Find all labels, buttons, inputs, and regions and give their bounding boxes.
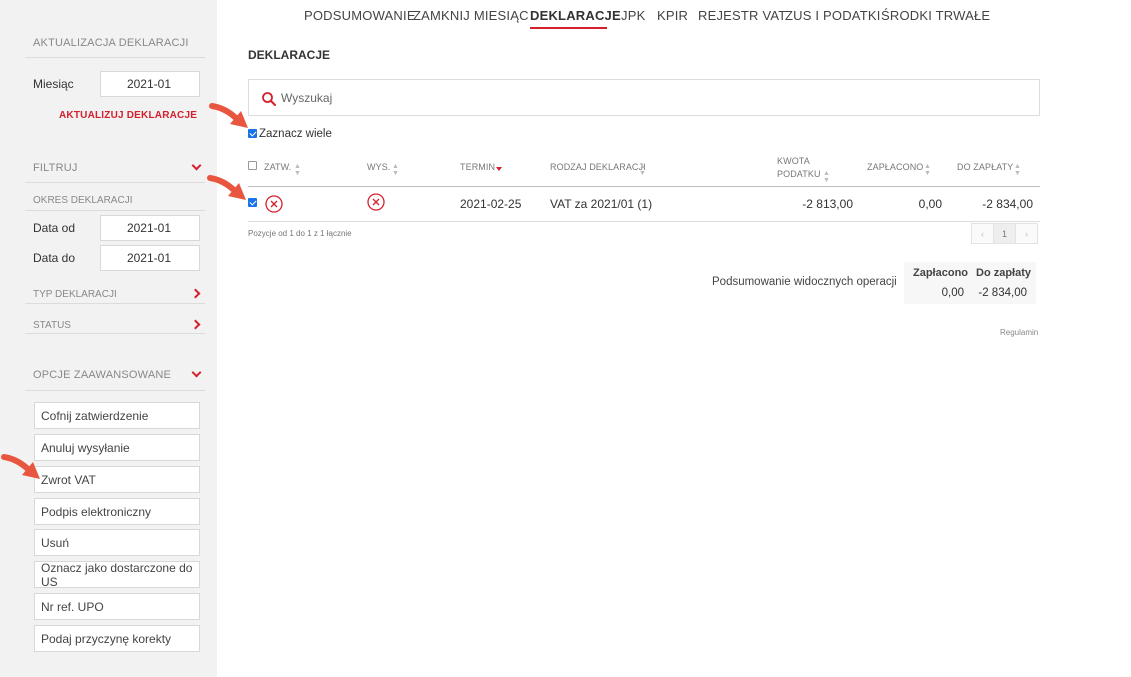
tab-close-month[interactable]: ZAMKNIJ MIESIĄC (413, 8, 529, 23)
undo-approval-button[interactable]: Cofnij zatwierdzenie (34, 402, 200, 429)
advanced-options-title[interactable]: OPCJE ZAAWANSOWANE (33, 369, 171, 381)
summary-paid-header: Zapłacono (913, 267, 969, 279)
divider (25, 390, 205, 391)
vat-refund-button[interactable]: Zwrot VAT (34, 466, 200, 493)
column-declaration-type[interactable]: RODZAJ DEKLARACJI (550, 162, 646, 172)
arrow-icon (1, 454, 40, 479)
period-section-title: OKRES DEKLARACJI (33, 195, 133, 206)
divider (25, 182, 205, 183)
tab-vat-register[interactable]: REJESTR VAT (698, 8, 786, 23)
divider (25, 303, 205, 304)
month-input[interactable]: 2021-01 (100, 71, 200, 97)
column-deadline[interactable]: TERMIN (460, 162, 495, 172)
tab-declarations[interactable]: DEKLARACJE (530, 8, 621, 23)
electronic-signature-button[interactable]: Podpis elektroniczny (34, 498, 200, 525)
tab-zus-taxes[interactable]: ZUS I PODATKI (785, 8, 881, 23)
chevron-right-icon[interactable] (190, 288, 201, 299)
not-approved-icon[interactable] (265, 195, 283, 213)
pager-prev-button[interactable]: ‹ (971, 223, 994, 244)
date-to-label: Data do (33, 251, 76, 265)
column-sent[interactable]: WYS. (367, 162, 390, 172)
status-filter-title[interactable]: STATUS (33, 320, 71, 331)
sort-icon[interactable]: ▲ ▼ (1014, 163, 1021, 177)
arrow-icon (209, 103, 248, 128)
chevron-down-icon[interactable] (191, 367, 202, 378)
search-input[interactable]: Wyszukaj (248, 79, 1040, 116)
upo-ref-button[interactable]: Nr ref. UPO (34, 593, 200, 620)
summary-to-pay-header: Do zapłaty (976, 267, 1032, 279)
update-declarations-link[interactable]: AKTUALIZUJ DEKLARACJE (59, 110, 197, 121)
search-icon (262, 92, 276, 106)
type-filter-title[interactable]: TYP DEKLARACJI (33, 289, 117, 300)
chevron-right-icon[interactable] (190, 319, 201, 330)
tab-summary[interactable]: PODSUMOWANIE (304, 8, 416, 23)
row-paid: 0,00 (918, 197, 942, 211)
select-all-checkbox[interactable] (248, 161, 257, 170)
tab-jpk[interactable]: JPK (621, 8, 645, 23)
sort-icon[interactable]: ▲ ▼ (294, 163, 301, 177)
cancel-sending-button[interactable]: Anuluj wysyłanie (34, 434, 200, 461)
search-placeholder: Wyszukaj (281, 91, 333, 105)
not-sent-icon[interactable] (367, 193, 385, 211)
row-declaration-type[interactable]: VAT za 2021/01 (1) (550, 197, 652, 211)
chevron-down-icon[interactable] (191, 160, 202, 171)
column-tax-amount-line1[interactable]: KWOTA (777, 156, 810, 166)
pager-page-button[interactable]: 1 (993, 223, 1016, 244)
date-to-input[interactable]: 2021-01 (100, 245, 200, 271)
tab-kpir[interactable]: KPIR (657, 8, 688, 23)
sort-desc-icon[interactable] (496, 167, 502, 171)
position-info: Pozycje od 1 do 1 z 1 łącznie (248, 229, 352, 238)
column-tax-amount-line2[interactable]: PODATKU (777, 169, 821, 179)
row-to-pay: -2 834,00 (982, 197, 1033, 211)
summary-to-pay-value: -2 834,00 (978, 287, 1027, 299)
active-tab-indicator (530, 27, 607, 29)
date-from-input[interactable]: 2021-01 (100, 215, 200, 241)
sort-icon[interactable]: ▲ ▼ (392, 163, 399, 177)
page-title: DEKLARACJE (248, 48, 331, 62)
mark-delivered-button[interactable]: Oznacz jako dostarczone do US (34, 561, 200, 589)
pager-next-button[interactable]: › (1015, 223, 1038, 244)
column-paid[interactable]: ZAPŁACONO (867, 162, 923, 172)
divider (25, 57, 205, 58)
table-header-divider (248, 186, 1040, 187)
sidebar: AKTUALIZACJA DEKLARACJI Miesiąc 2021-01 … (0, 0, 217, 677)
row-deadline: 2021-02-25 (460, 197, 522, 211)
sort-icon[interactable]: ▲ ▼ (924, 163, 931, 177)
month-label: Miesiąc (33, 77, 74, 91)
update-section-title: AKTUALIZACJA DEKLARACJI (33, 37, 189, 49)
table-row-divider (248, 221, 1040, 222)
correction-reason-button[interactable]: Podaj przyczynę korekty (34, 625, 200, 652)
column-approved[interactable]: ZATW. (264, 162, 291, 172)
select-many-label[interactable]: Zaznacz wiele (259, 128, 332, 140)
sort-icon[interactable]: ▲ ▼ (823, 170, 830, 184)
summary-paid-value: 0,00 (941, 287, 964, 299)
delete-button[interactable]: Usuń (34, 529, 200, 556)
summary-label: Podsumowanie widocznych operacji (712, 276, 897, 288)
divider (25, 210, 205, 211)
tab-fixed-assets[interactable]: ŚRODKI TRWAŁE (881, 8, 990, 23)
terms-link[interactable]: Regulamin (1000, 328, 1038, 337)
row-tax-amount: -2 813,00 (802, 197, 853, 211)
top-navigation: PODSUMOWANIE ZAMKNIJ MIESIĄC DEKLARACJE … (0, 8, 1131, 29)
sort-icon[interactable]: ▲ ▼ (639, 163, 646, 177)
arrow-icon (207, 175, 246, 200)
date-from-label: Data od (33, 221, 76, 235)
filter-section-title[interactable]: FILTRUJ (33, 162, 78, 174)
column-to-pay[interactable]: DO ZAPŁATY (957, 162, 1013, 172)
divider (25, 333, 205, 334)
